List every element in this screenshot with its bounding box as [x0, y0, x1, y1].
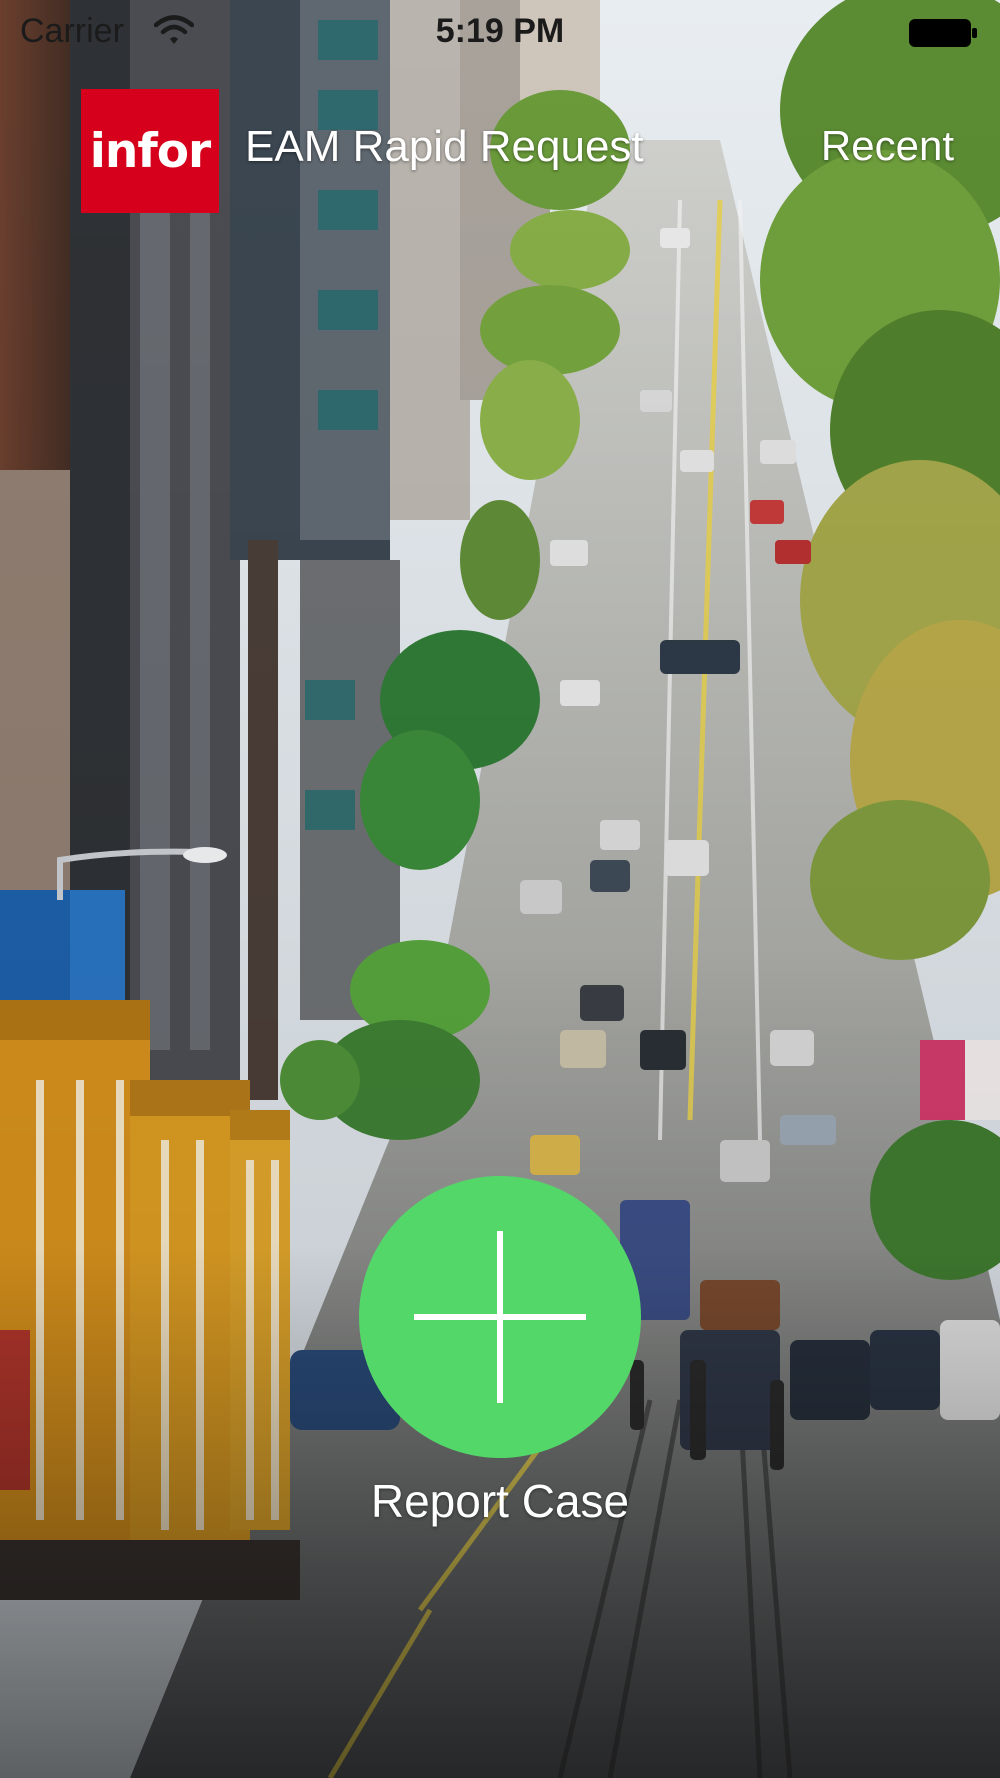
report-case-button[interactable]: [359, 1176, 641, 1458]
infor-logo: infor: [81, 89, 219, 213]
plus-icon: [414, 1231, 586, 1403]
report-case-label: Report Case: [370, 1475, 630, 1527]
status-bar: Carrier 5:19 PM: [0, 0, 1000, 64]
battery-icon: [909, 19, 977, 47]
status-time: 5:19 PM: [435, 12, 565, 50]
app-title: EAM Rapid Request: [245, 122, 644, 171]
app-screen: Carrier 5:19 PM infor EAM Rapid Request …: [0, 0, 1000, 1778]
logo-text: infor: [89, 123, 211, 179]
recent-button[interactable]: Recent: [821, 122, 954, 170]
